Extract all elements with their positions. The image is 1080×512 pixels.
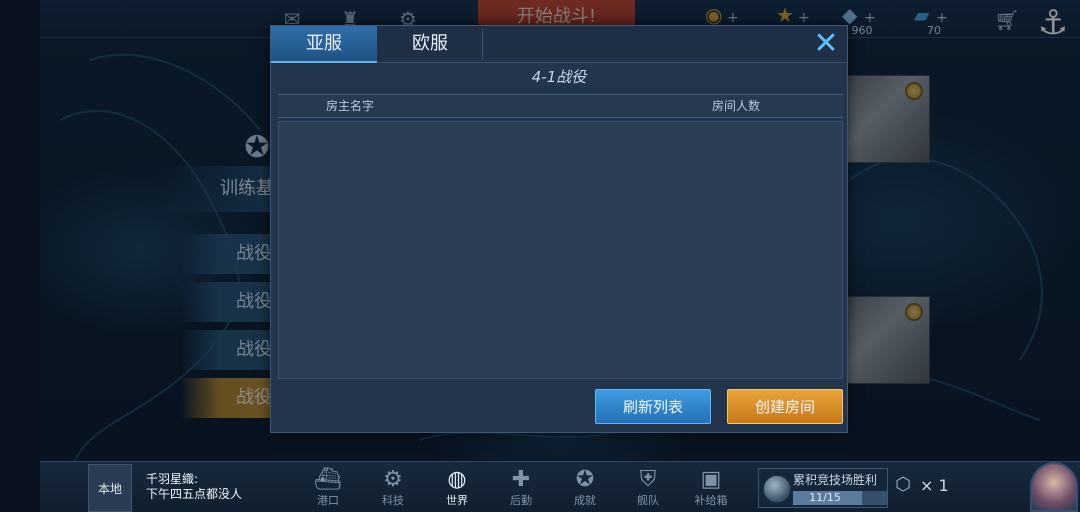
- chat-channel-tag[interactable]: 本地: [88, 464, 132, 512]
- tech-icon: ⚙: [383, 467, 403, 492]
- tab-asia-server[interactable]: 亚服: [271, 26, 377, 63]
- nav-label: 世界: [446, 494, 468, 507]
- nav-logistics[interactable]: ✚ 后勤: [493, 466, 549, 512]
- supply-box-icon: ▣: [700, 467, 722, 492]
- achievement-icon: ✪: [575, 467, 595, 492]
- nav-supply-box[interactable]: ▣ 补给箱: [683, 466, 739, 512]
- tab-divider: [482, 30, 483, 60]
- fleet-icon: ⛨: [639, 467, 657, 492]
- chat-text: 下午四五点都没人: [146, 487, 243, 501]
- arena-progress-text: 11/15: [809, 491, 841, 504]
- nav-tech[interactable]: ⚙ 科技: [365, 466, 421, 512]
- nav-fleet[interactable]: ⛨ 舰队: [620, 466, 676, 512]
- room-list[interactable]: [278, 121, 843, 379]
- nav-label: 港口: [317, 494, 339, 507]
- nav-label: 科技: [382, 494, 404, 507]
- chat-message[interactable]: 千羽星織: 下午四五点都没人: [146, 472, 296, 502]
- refresh-list-button[interactable]: 刷新列表: [595, 389, 711, 424]
- room-list-header: 房主名字 房间人数: [278, 94, 843, 118]
- harbor-icon: ⛴: [314, 467, 342, 492]
- tab-europe-server[interactable]: 欧服: [377, 26, 483, 63]
- globe-icon: ◍: [447, 467, 467, 492]
- nav-label: 后勤: [510, 494, 532, 507]
- bottom-bar: 本地 千羽星織: 下午四五点都没人 ⛴ 港口 ⚙ 科技 ◍ 世界 ✚ 后勤 ✪ …: [40, 461, 1080, 512]
- nav-world[interactable]: ◍ 世界: [429, 466, 485, 512]
- nav-achievement[interactable]: ✪ 成就: [557, 466, 613, 512]
- dialog-subtitle: 4-1战役: [531, 68, 587, 86]
- chat-sender: 千羽星織:: [146, 472, 199, 486]
- room-list-dialog: 亚服 欧服 ✕ 4-1战役 房主名字 房间人数 刷新列表 创建房间: [270, 25, 848, 433]
- close-icon[interactable]: ✕: [811, 28, 841, 60]
- arena-progress-bar: 11/15: [793, 491, 887, 505]
- arena-orb-icon: [763, 475, 791, 503]
- server-tab-bar: 亚服 欧服 ✕: [271, 26, 847, 63]
- create-room-button[interactable]: 创建房间: [727, 389, 843, 424]
- logistics-icon: ✚: [511, 467, 531, 492]
- column-room-count: 房间人数: [712, 99, 761, 113]
- chip-icon: ⬡: [895, 474, 911, 495]
- nav-harbor[interactable]: ⛴ 港口: [300, 466, 356, 512]
- arena-wins-progress[interactable]: 累积竞技场胜利 11/15: [758, 468, 888, 508]
- column-host-name: 房主名字: [326, 99, 375, 113]
- nav-label: 舰队: [637, 494, 659, 507]
- nav-label: 成就: [574, 494, 596, 507]
- nav-label: 补给箱: [694, 494, 728, 507]
- avatar[interactable]: [1030, 462, 1078, 512]
- arena-title: 累积竞技场胜利: [793, 473, 878, 487]
- chip-count: × 1: [920, 476, 949, 495]
